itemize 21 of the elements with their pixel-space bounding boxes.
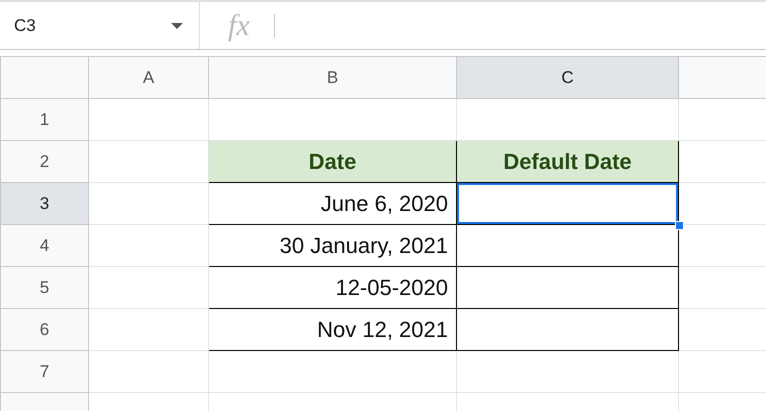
caret-icon[interactable] — [171, 22, 183, 28]
column-header[interactable]: A — [88, 56, 208, 98]
column-header[interactable]: C — [456, 56, 678, 98]
date-value[interactable]: June 6, 2020 — [208, 182, 456, 224]
function-icon: fx — [228, 10, 250, 40]
date-value[interactable]: 12-05-2020 — [208, 266, 456, 308]
date-value[interactable]: 30 January, 2021 — [208, 224, 456, 266]
row-header[interactable]: 3 — [0, 182, 88, 224]
row-header[interactable]: 4 — [0, 224, 88, 266]
fill-handle[interactable] — [674, 220, 684, 230]
row-header[interactable]: 7 — [0, 350, 88, 392]
column-heading[interactable]: Default Date — [456, 140, 678, 182]
column-heading[interactable]: Date — [208, 140, 456, 182]
row-header[interactable]: 6 — [0, 308, 88, 350]
selected-cell[interactable] — [456, 182, 678, 224]
date-value[interactable]: Nov 12, 2021 — [208, 308, 456, 350]
column-header[interactable]: B — [208, 56, 456, 98]
row-header[interactable]: 2 — [0, 140, 88, 182]
row-header[interactable]: 1 — [0, 98, 88, 140]
row-header[interactable]: 5 — [0, 266, 88, 308]
name-box[interactable]: C3 — [0, 2, 200, 49]
